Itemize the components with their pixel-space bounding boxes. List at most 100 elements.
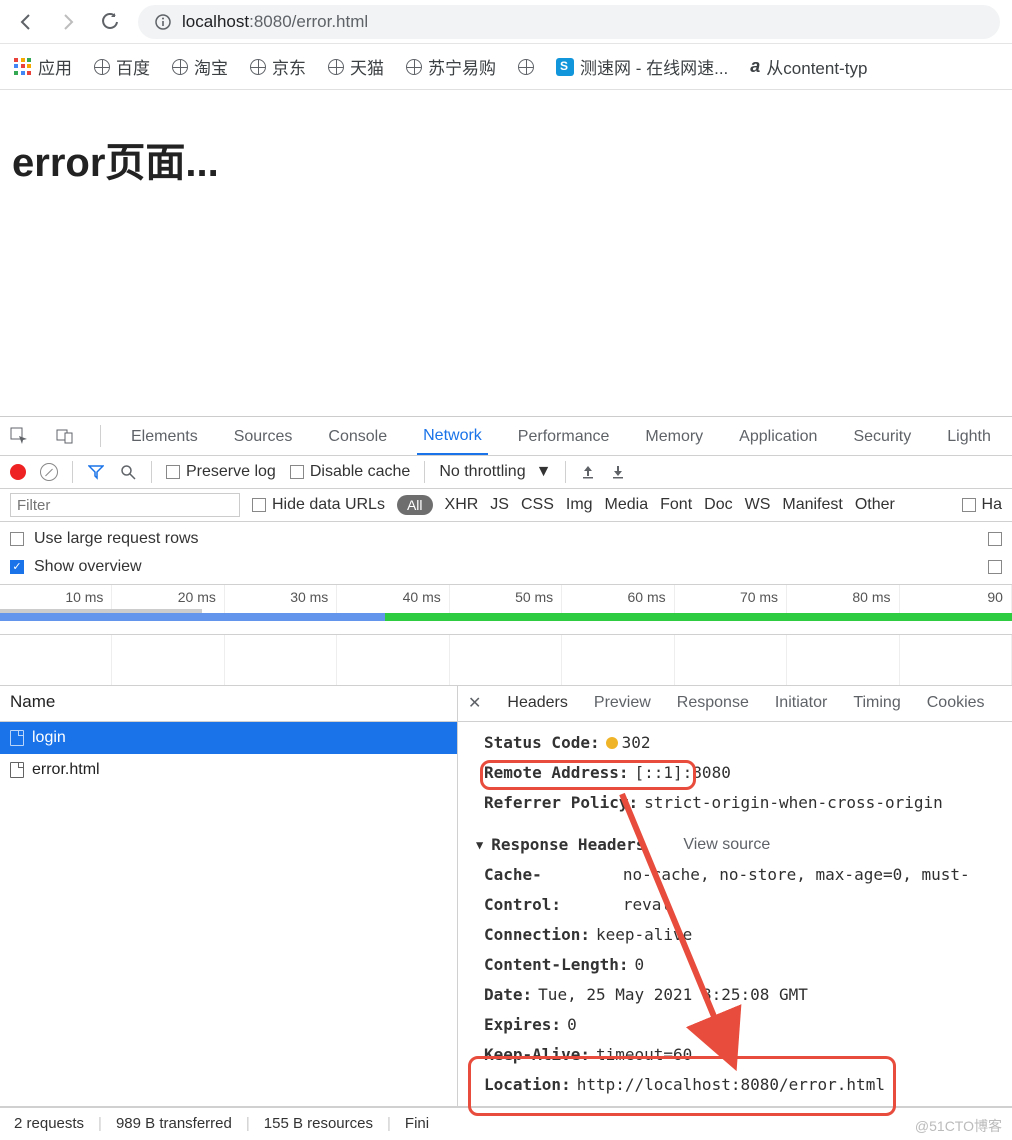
type-filter[interactable]: CSS xyxy=(521,496,554,514)
keep-alive-row: Keep-Alive: timeout=60 xyxy=(476,1040,1012,1070)
detail-content: Status Code: 302 Remote Address: [::1]:8… xyxy=(458,722,1012,1106)
name-column-header[interactable]: Name xyxy=(0,686,457,722)
view-source-link[interactable]: View source xyxy=(683,830,770,860)
type-filter[interactable]: WS xyxy=(745,496,771,514)
device-toggle-icon[interactable] xyxy=(54,425,76,447)
separator xyxy=(565,461,566,483)
globe-icon xyxy=(406,59,422,75)
type-filter-all[interactable]: All xyxy=(397,495,433,515)
type-filter[interactable]: Doc xyxy=(704,496,732,514)
detail-panel: ✕ Headers Preview Response Initiator Tim… xyxy=(458,686,1012,1106)
type-filter[interactable]: Manifest xyxy=(782,496,842,514)
status-finish: Fini xyxy=(405,1115,429,1132)
detail-tab-initiator[interactable]: Initiator xyxy=(775,694,827,712)
cache-control-row: Cache-Control: no-cache, no-store, max-a… xyxy=(476,860,1012,920)
tab-elements[interactable]: Elements xyxy=(125,418,204,454)
type-filter[interactable]: XHR xyxy=(445,496,479,514)
detail-tab-preview[interactable]: Preview xyxy=(594,694,651,712)
preserve-log-checkbox[interactable] xyxy=(166,465,180,479)
status-dot-icon xyxy=(606,737,618,749)
timeline-tick: 70 ms xyxy=(675,585,787,613)
detail-tab-response[interactable]: Response xyxy=(677,694,749,712)
type-filter[interactable]: Font xyxy=(660,496,692,514)
detail-tabs: ✕ Headers Preview Response Initiator Tim… xyxy=(458,686,1012,722)
globe-icon xyxy=(518,59,534,75)
file-icon xyxy=(10,730,24,746)
site-info-icon[interactable] xyxy=(154,13,172,31)
url-bar[interactable]: localhost:8080/error.html xyxy=(138,5,1000,39)
status-transferred: 989 B transferred xyxy=(116,1115,232,1132)
type-filter[interactable]: JS xyxy=(490,496,509,514)
page-heading: error页面... xyxy=(12,130,1000,188)
bookmark-empty[interactable] xyxy=(518,59,534,75)
tab-application[interactable]: Application xyxy=(733,418,823,454)
tab-memory[interactable]: Memory xyxy=(639,418,709,454)
download-icon[interactable] xyxy=(610,464,626,480)
bookmark-tmall[interactable]: 天猫 xyxy=(328,54,384,79)
request-row-error[interactable]: error.html xyxy=(0,754,457,786)
throttling-select[interactable]: No throttling ▼ xyxy=(439,463,551,481)
preserve-log-label: Preserve log xyxy=(186,463,276,481)
bookmark-baidu[interactable]: 百度 xyxy=(94,54,150,79)
search-icon[interactable] xyxy=(119,463,137,481)
a-icon: a xyxy=(750,56,760,77)
detail-tab-timing[interactable]: Timing xyxy=(853,694,900,712)
apps-label: 应用 xyxy=(38,54,72,79)
show-overview-label: Show overview xyxy=(34,558,142,576)
use-large-rows-checkbox[interactable] xyxy=(10,532,24,546)
close-detail-icon[interactable]: ✕ xyxy=(468,693,481,713)
bookmark-taobao[interactable]: 淘宝 xyxy=(172,54,228,79)
timeline-tick: 60 ms xyxy=(562,585,674,613)
status-bar: 2 requests | 989 B transferred | 155 B r… xyxy=(0,1107,1012,1140)
tab-performance[interactable]: Performance xyxy=(512,418,616,454)
tab-network[interactable]: Network xyxy=(417,417,488,455)
filter-icon[interactable] xyxy=(87,463,105,481)
expires-row: Expires: 0 xyxy=(476,1010,1012,1040)
tab-sources[interactable]: Sources xyxy=(228,418,299,454)
disable-cache-checkbox[interactable] xyxy=(290,465,304,479)
timeline-overview[interactable]: 10 ms 20 ms 30 ms 40 ms 50 ms 60 ms 70 m… xyxy=(0,585,1012,635)
network-body: Name login error.html ✕ Headers Preview … xyxy=(0,686,1012,1107)
forward-button[interactable] xyxy=(54,8,82,36)
location-row: Location: http://localhost:8080/error.ht… xyxy=(476,1070,1012,1100)
bookmark-suning[interactable]: 苏宁易购 xyxy=(406,54,496,79)
separator xyxy=(72,461,73,483)
inspect-icon[interactable] xyxy=(8,425,30,447)
type-filter[interactable]: Img xyxy=(566,496,593,514)
timeline-tick: 50 ms xyxy=(450,585,562,613)
type-filter[interactable]: Media xyxy=(605,496,649,514)
devtools-tabs: Elements Sources Console Network Perform… xyxy=(0,417,1012,456)
timeline-tick: 80 ms xyxy=(787,585,899,613)
globe-icon xyxy=(328,59,344,75)
type-filter[interactable]: Other xyxy=(855,496,895,514)
network-toolbar: Preserve log Disable cache No throttling… xyxy=(0,456,1012,489)
show-overview-checkbox[interactable]: ✓ xyxy=(10,560,24,574)
tab-lighthouse[interactable]: Lighth xyxy=(941,418,997,454)
response-headers-section[interactable]: ▼ Response Headers View source xyxy=(476,818,1012,860)
separator xyxy=(151,461,152,483)
right-checkbox-1[interactable] xyxy=(988,532,1002,546)
file-icon xyxy=(10,762,24,778)
apps-button[interactable]: 应用 xyxy=(14,54,72,79)
record-button[interactable] xyxy=(10,464,26,480)
status-requests: 2 requests xyxy=(14,1115,84,1132)
back-button[interactable] xyxy=(12,8,40,36)
bookmark-contenttype[interactable]: a从content-typ xyxy=(750,54,867,79)
request-row-login[interactable]: login xyxy=(0,722,457,754)
tab-security[interactable]: Security xyxy=(847,418,917,454)
right-checkbox-2[interactable] xyxy=(988,560,1002,574)
devtools-panel: Elements Sources Console Network Perform… xyxy=(0,416,1012,1140)
hide-data-urls-checkbox[interactable] xyxy=(252,498,266,512)
disable-cache-label: Disable cache xyxy=(310,463,411,481)
bookmark-speedtest[interactable]: 测速网 - 在线网速... xyxy=(556,54,728,79)
detail-tab-headers[interactable]: Headers xyxy=(507,694,567,712)
clear-button[interactable] xyxy=(40,463,58,481)
tab-console[interactable]: Console xyxy=(322,418,393,454)
upload-icon[interactable] xyxy=(580,464,596,480)
reload-button[interactable] xyxy=(96,8,124,36)
detail-tab-cookies[interactable]: Cookies xyxy=(927,694,985,712)
separator xyxy=(100,425,101,447)
has-blocked-checkbox[interactable] xyxy=(962,498,976,512)
bookmark-jd[interactable]: 京东 xyxy=(250,54,306,79)
filter-input[interactable] xyxy=(10,493,240,517)
